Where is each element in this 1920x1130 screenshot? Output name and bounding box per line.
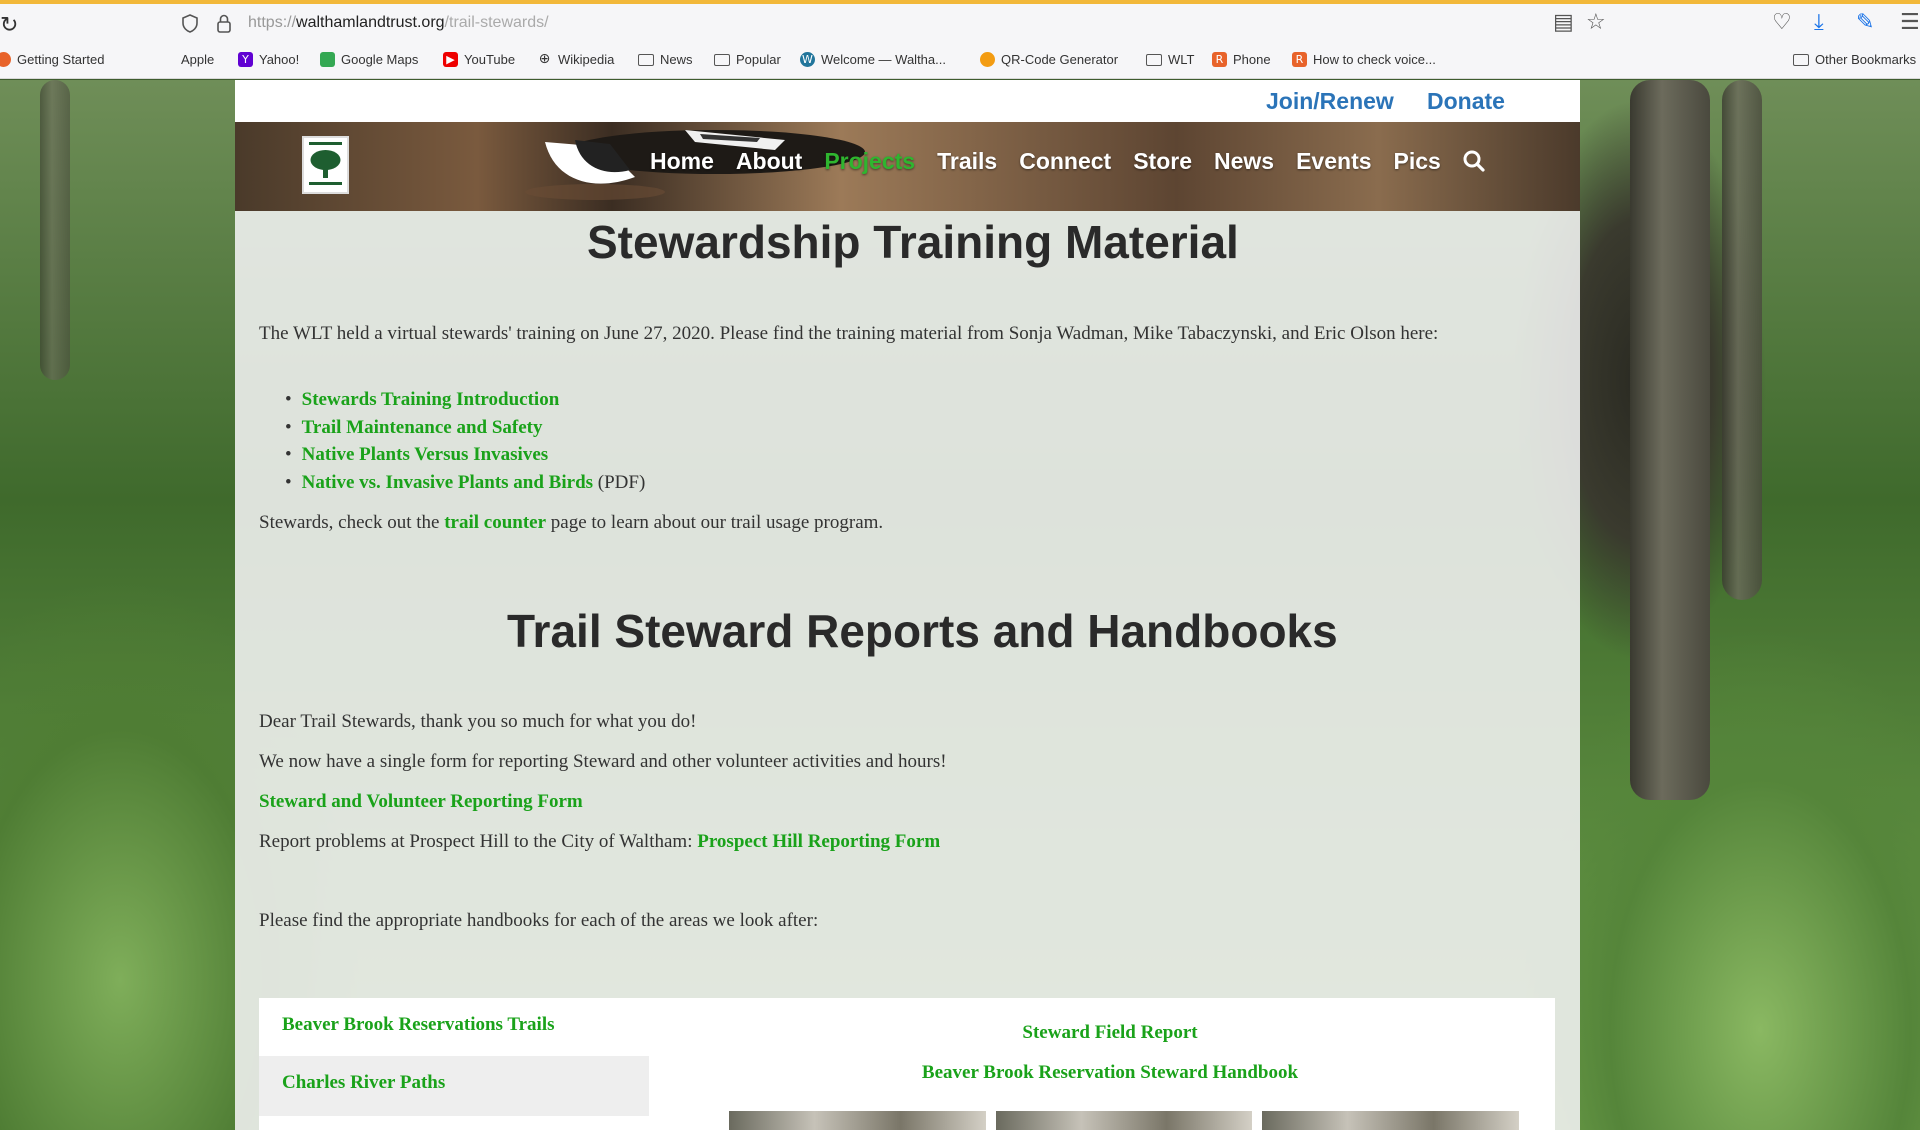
- handbook-image[interactable]: [1262, 1111, 1520, 1130]
- site-content-panel: Join/Renew Donate Home About Projects Tr…: [235, 80, 1580, 1130]
- firefox-icon: [0, 52, 11, 67]
- menu-icon[interactable]: ☰: [1900, 11, 1920, 35]
- bookmark-item[interactable]: QR-Code Generator: [980, 52, 1118, 67]
- pocket-icon[interactable]: ♡: [1772, 11, 1792, 35]
- prospect-hill-form-link[interactable]: Prospect Hill Reporting Form: [697, 831, 940, 852]
- section-title-reports: Trail Steward Reports and Handbooks: [507, 605, 1338, 657]
- nav-about[interactable]: About: [736, 148, 802, 175]
- folder-icon: [1146, 53, 1162, 66]
- tracking-shield-icon[interactable]: [182, 14, 198, 33]
- list-item: Stewards Training Introduction: [285, 389, 645, 417]
- list-item: Native vs. Invasive Plants and Birds (PD…: [285, 472, 646, 500]
- site-header: Home About Projects Trails Connect Store…: [235, 122, 1580, 211]
- globe-icon: ⊕: [538, 51, 551, 67]
- training-materials-list: Stewards Training Introduction Trail Mai…: [285, 389, 646, 500]
- bookmark-item[interactable]: Y Yahoo!: [238, 52, 299, 67]
- bookmarks-toolbar: Getting Started Apple Y Yahoo! Google Map…: [0, 41, 1920, 79]
- apple-icon: [160, 52, 175, 67]
- tree-trunk: [1722, 80, 1762, 600]
- url-host: walthamlandtrust.org: [296, 14, 445, 31]
- join-renew-link[interactable]: Join/Renew: [1266, 88, 1394, 115]
- training-material-link[interactable]: Stewards Training Introduction: [302, 389, 560, 410]
- thanks-text: Dear Trail Stewards, thank you so much f…: [259, 711, 697, 732]
- single-form-text: We now have a single form for reporting …: [259, 751, 947, 772]
- bookmark-item[interactable]: Getting Started: [0, 52, 104, 67]
- address-bar[interactable]: https://walthamlandtrust.org/trail-stewa…: [248, 14, 549, 32]
- phone-icon: R: [1212, 52, 1227, 67]
- steward-field-report-link[interactable]: Steward Field Report: [750, 1022, 1470, 1044]
- folder-icon: [1793, 53, 1809, 66]
- site-logo[interactable]: [302, 136, 349, 194]
- url-path: /trail-stewards/: [444, 14, 549, 31]
- nav-home[interactable]: Home: [650, 148, 714, 175]
- tree-trunk: [40, 80, 70, 380]
- handbook-image[interactable]: [729, 1111, 986, 1130]
- list-item: Trail Maintenance and Safety: [285, 417, 645, 445]
- voicemail-icon: R: [1292, 52, 1307, 67]
- nav-pics[interactable]: Pics: [1394, 148, 1441, 175]
- main-nav: Home About Projects Trails Connect Store…: [650, 148, 1485, 175]
- section-title-training: Stewardship Training Material: [587, 216, 1239, 268]
- handbooks-tabs: Beaver Brook Reservations Trails Charles…: [259, 998, 1555, 1130]
- tab-charles-river[interactable]: Charles River Paths: [259, 1056, 649, 1116]
- trail-counter-text: Stewards, check out the trail counter pa…: [259, 512, 884, 533]
- folder-icon: [638, 53, 654, 66]
- nav-projects[interactable]: Projects: [824, 148, 915, 175]
- browser-toolbar: ↻ https://walthamlandtrust.org/trail-ste…: [0, 0, 1920, 41]
- training-material-link[interactable]: Native Plants Versus Invasives: [302, 444, 549, 465]
- tab-beaver-brook[interactable]: Beaver Brook Reservations Trails: [259, 998, 649, 1058]
- training-material-link[interactable]: Native vs. Invasive Plants and Birds: [302, 472, 593, 493]
- url-scheme: https://: [248, 14, 297, 31]
- bookmark-item[interactable]: News: [638, 52, 693, 67]
- nav-news[interactable]: News: [1214, 148, 1274, 175]
- qr-icon: [980, 52, 995, 67]
- folder-icon: [714, 53, 730, 66]
- search-icon[interactable]: [1463, 150, 1485, 172]
- bookmark-item[interactable]: ▶ YouTube: [443, 52, 515, 67]
- nav-events[interactable]: Events: [1296, 148, 1371, 175]
- youtube-icon: ▶: [443, 52, 458, 67]
- handbooks-intro-text: Please find the appropriate handbooks fo…: [259, 910, 819, 931]
- top-links-bar: Join/Renew Donate: [235, 80, 1580, 122]
- tree-trunk: [1630, 80, 1710, 800]
- trail-counter-link[interactable]: trail counter: [444, 512, 546, 533]
- tree-logo-icon: [309, 142, 342, 185]
- list-item: Native Plants Versus Invasives: [285, 444, 645, 472]
- bookmark-item[interactable]: R How to check voice...: [1292, 52, 1436, 67]
- beaver-brook-handbook-link[interactable]: Beaver Brook Reservation Steward Handboo…: [750, 1062, 1470, 1084]
- reader-view-icon[interactable]: ▤: [1553, 11, 1574, 35]
- bookmark-item[interactable]: Popular: [714, 52, 781, 67]
- downloads-icon[interactable]: ⤓: [1814, 11, 1824, 35]
- bookmark-item[interactable]: Other Bookmarks: [1793, 52, 1916, 67]
- reporting-form-line: Steward and Volunteer Reporting Form: [259, 791, 583, 813]
- training-intro-text: The WLT held a virtual stewards' trainin…: [259, 323, 1439, 344]
- nav-connect[interactable]: Connect: [1019, 148, 1111, 175]
- handbook-image[interactable]: [995, 1111, 1253, 1130]
- bookmark-star-icon[interactable]: ☆: [1586, 11, 1606, 35]
- lock-icon[interactable]: [216, 13, 232, 33]
- nav-trails[interactable]: Trails: [937, 148, 997, 175]
- steward-reporting-form-link[interactable]: Steward and Volunteer Reporting Form: [259, 791, 583, 812]
- bookmark-item[interactable]: R Phone: [1212, 52, 1271, 67]
- yahoo-icon: Y: [238, 52, 253, 67]
- training-material-link[interactable]: Trail Maintenance and Safety: [302, 417, 543, 438]
- bookmark-item[interactable]: W Welcome — Waltha...: [800, 52, 946, 67]
- bookmark-item[interactable]: WLT: [1146, 52, 1194, 67]
- bookmark-item[interactable]: Apple: [160, 52, 214, 67]
- extension-icon[interactable]: ✎: [1856, 11, 1874, 35]
- prospect-hill-text: Report problems at Prospect Hill to the …: [259, 831, 941, 852]
- bookmark-item[interactable]: ⊕ Wikipedia: [537, 51, 615, 68]
- wordpress-icon: W: [800, 52, 815, 67]
- nav-store[interactable]: Store: [1133, 148, 1192, 175]
- donate-link[interactable]: Donate: [1427, 88, 1505, 115]
- reload-icon[interactable]: ↻: [0, 13, 18, 38]
- bookmark-item[interactable]: Google Maps: [320, 52, 418, 67]
- handbook-image-strip: [729, 1111, 1520, 1130]
- google-maps-icon: [320, 52, 335, 67]
